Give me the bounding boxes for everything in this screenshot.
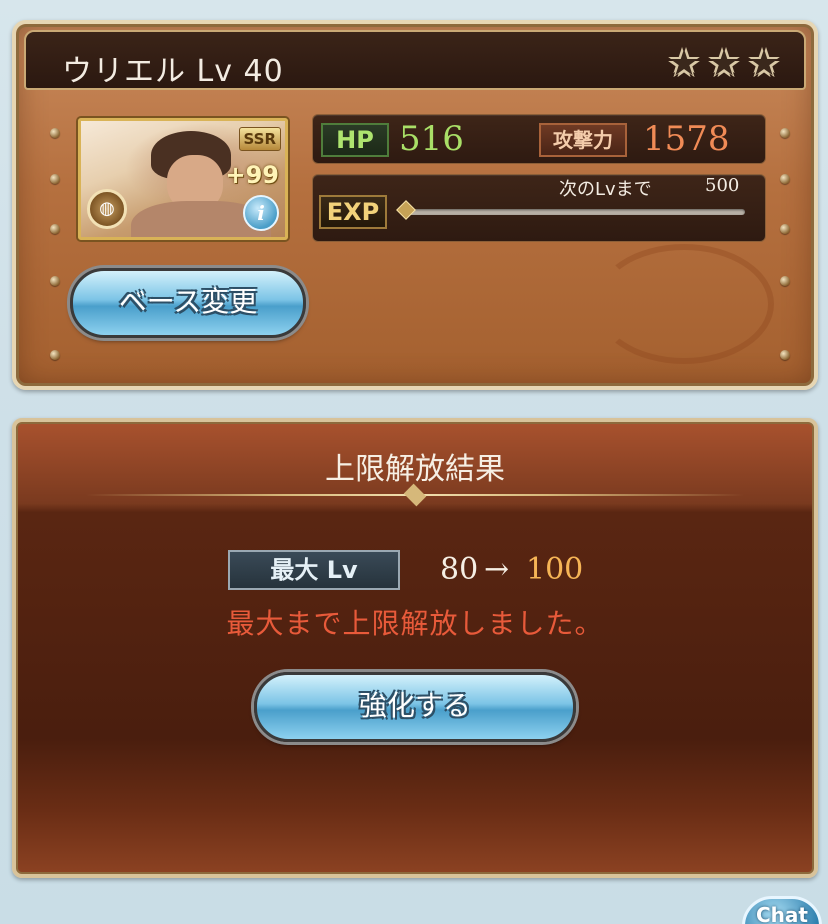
result-message: 最大まで上限解放しました。	[226, 607, 604, 640]
rivet-decoration	[50, 128, 60, 138]
stats-row: HP 516 攻撃力 1578	[312, 114, 766, 164]
character-portrait[interactable]: SSR +99 ◍ i	[78, 118, 288, 240]
rivet-decoration	[50, 350, 60, 360]
attack-label: 攻撃力	[539, 123, 627, 157]
rivet-decoration	[50, 276, 60, 286]
rivet-decoration	[780, 224, 790, 234]
level-from-value: 80	[440, 552, 479, 587]
level-to-value: 100	[526, 552, 584, 587]
rivet-decoration	[780, 276, 790, 286]
exp-label: EXP	[319, 195, 387, 229]
ornament-decoration	[594, 244, 774, 364]
rivet-decoration	[50, 224, 60, 234]
earth-element-icon: ◍	[87, 189, 127, 229]
star-icon: ★	[667, 43, 701, 84]
enhance-button[interactable]: 強化する	[254, 672, 576, 742]
rivet-decoration	[780, 174, 790, 184]
character-panel: ウリエル Lv 40 ★ ★ ★ SSR +99 ◍ i HP 516 攻撃力 …	[12, 20, 818, 390]
next-level-value: 500	[705, 175, 740, 196]
result-title: 上限解放結果	[325, 452, 505, 487]
max-level-label: 最大 Lv	[228, 550, 400, 590]
star-icon: ★	[707, 43, 741, 84]
rarity-stars: ★ ★ ★	[666, 46, 782, 82]
chat-button[interactable]: Chat	[742, 896, 822, 924]
attack-value: 1578	[643, 119, 730, 159]
exp-marker-icon	[396, 200, 416, 220]
exp-row: EXP 次のLvまで 500	[312, 174, 766, 242]
base-change-button[interactable]: ベース変更	[70, 268, 306, 338]
next-level-label: 次のLvまで	[559, 179, 652, 200]
rivet-decoration	[780, 128, 790, 138]
info-icon[interactable]: i	[243, 195, 279, 231]
hp-value: 516	[399, 119, 464, 159]
rivet-decoration	[50, 174, 60, 184]
hp-label: HP	[321, 123, 389, 157]
rarity-badge: SSR	[238, 127, 281, 151]
character-header: ウリエル Lv 40 ★ ★ ★	[24, 30, 806, 90]
character-title: ウリエル Lv 40	[62, 54, 284, 89]
limit-break-result-panel: 上限解放結果 最大 Lv 80 → 100 最大まで上限解放しました。 強化する	[12, 418, 818, 878]
star-icon: ★	[747, 43, 781, 84]
arrow-icon: →	[484, 552, 510, 587]
rivet-decoration	[780, 350, 790, 360]
plus-bonus-badge: +99	[225, 161, 279, 189]
exp-progress-bar	[405, 209, 745, 215]
